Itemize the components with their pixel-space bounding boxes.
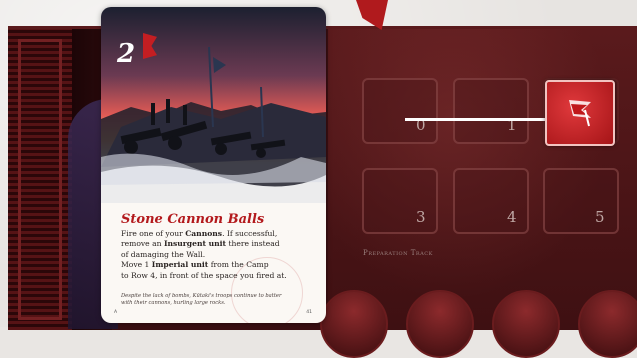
rules-keyword: Insurgent unit (163, 239, 227, 249)
event-card[interactable]: 2 Stone Cannon Balls Fire one of your Ca… (101, 7, 326, 323)
rules-text-run: . If successful, (222, 229, 278, 238)
action-circle[interactable] (578, 290, 637, 358)
cannon-battle-illustration (101, 46, 326, 203)
rules-text-run: there instead (226, 239, 280, 249)
action-circles (320, 284, 637, 358)
track-space-4[interactable]: 4 (453, 168, 529, 234)
track-space-label: 5 (595, 208, 605, 226)
card-corner-code: 41 (306, 310, 312, 315)
rules-text-run: to Row 4, in front of the space you fire… (121, 270, 287, 280)
track-space-3[interactable]: 3 (362, 168, 438, 234)
card-flavor-text: Despite the lack of bombs, Kūtaki's troo… (121, 293, 311, 307)
rules-text-run: Move 1 (121, 260, 152, 270)
track-space-label: 3 (416, 208, 426, 226)
meander-border (8, 29, 72, 330)
rules-line: to Row 4, in front of the space you fire… (121, 271, 311, 281)
rules-text-run: of damaging the Wall. (121, 249, 206, 259)
rules-keyword: Imperial unit (151, 260, 209, 270)
card-corner-letter: A (114, 310, 118, 315)
card-artwork (101, 7, 326, 203)
rules-text-run: remove an (121, 239, 164, 249)
rules-line: Move 1 Imperial unit from the Camp (121, 260, 311, 270)
track-space-0[interactable]: 0 (362, 78, 438, 144)
white-arrow-right-icon (405, 118, 560, 121)
flavor-line: with their cannons, hurling large rocks. (121, 300, 226, 306)
track-space-5[interactable]: 5 (543, 168, 619, 234)
red-banner-icon (569, 100, 591, 127)
rules-text-run: Fire one of your (121, 229, 186, 238)
flavor-line: Despite the lack of bombs, Kūtaki's troo… (121, 293, 282, 299)
track-space-label: 4 (507, 208, 517, 226)
card-title: Stone Cannon Balls (121, 212, 265, 227)
card-rules-text: Fire one of your Cannons. If successful,… (121, 229, 311, 281)
action-circle[interactable] (320, 290, 388, 358)
rules-text-run: from the Camp (208, 260, 269, 270)
rules-line: Fire one of your Cannons. If successful, (121, 229, 311, 239)
track-space-1[interactable]: 1 (453, 78, 529, 144)
rules-keyword: Cannons (185, 229, 223, 238)
rules-line: of damaging the Wall. (121, 250, 311, 260)
rules-line: remove an Insurgent unit there instead (121, 239, 311, 249)
preparation-track-label: Preparation Track (363, 249, 433, 257)
action-circle[interactable] (492, 290, 560, 358)
preparation-token[interactable] (545, 80, 615, 146)
action-circle[interactable] (406, 290, 474, 358)
card-number: 2 (117, 39, 136, 69)
